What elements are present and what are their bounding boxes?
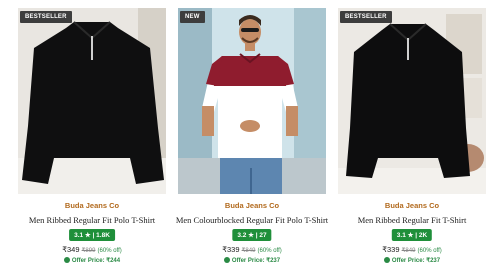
product-title[interactable]: Men Ribbed Regular Fit T-Shirt [332, 215, 492, 225]
brand-name[interactable]: Buda Jeans Co [178, 201, 326, 210]
product-card[interactable]: BESTSELLER Buda Jeans Co Men Ribbed Regu… [18, 8, 166, 264]
mrp: ₹849 [241, 248, 256, 254]
brand-name[interactable]: Buda Jeans Co [18, 201, 166, 210]
discount: (60% off) [417, 248, 442, 254]
rating-badge: 3.1 ★ | 2K [391, 229, 433, 241]
product-card[interactable]: BESTSELLER Buda Jeans Co Men Ribbed Regu… [338, 8, 486, 264]
product-card[interactable]: NEW Buda Jeans Co Men Colourblocked Regu… [176, 8, 328, 264]
product-image[interactable]: BESTSELLER [18, 8, 166, 194]
offer-label: Offer Price: ₹237 [231, 258, 281, 264]
offer-icon [63, 257, 70, 264]
bestseller-badge: BESTSELLER [340, 11, 392, 23]
price-line: ₹349 ₹899 (60% off) [18, 245, 166, 254]
product-image[interactable]: NEW [178, 8, 326, 194]
price: ₹339 [382, 245, 400, 254]
bestseller-badge: BESTSELLER [20, 11, 72, 23]
product-image[interactable]: BESTSELLER [338, 8, 486, 194]
offer-icon [383, 257, 390, 264]
price: ₹339 [222, 245, 240, 254]
brand-name[interactable]: Buda Jeans Co [338, 201, 486, 210]
offer-price: Offer Price: ₹244 [18, 257, 166, 264]
product-title[interactable]: Men Ribbed Regular Fit Polo T-Shirt [12, 215, 172, 225]
discount: (60% off) [257, 248, 282, 254]
offer-price: Offer Price: ₹237 [178, 257, 326, 264]
discount: (60% off) [97, 248, 122, 254]
mrp: ₹899 [81, 248, 96, 254]
rating-badge: 3.2 ★ | 27 [232, 229, 272, 241]
mrp: ₹849 [401, 248, 416, 254]
offer-price: Offer Price: ₹237 [338, 257, 486, 264]
offer-label: Offer Price: ₹244 [71, 258, 121, 264]
price-line: ₹339 ₹849 (60% off) [178, 245, 326, 254]
offer-icon [223, 257, 230, 264]
offer-label: Offer Price: ₹237 [391, 258, 441, 264]
price: ₹349 [62, 245, 80, 254]
rating-badge: 3.1 ★ | 1.8K [69, 229, 115, 241]
product-title[interactable]: Men Colourblocked Regular Fit Polo T-Shi… [172, 215, 332, 225]
price-line: ₹339 ₹849 (60% off) [338, 245, 486, 254]
new-badge: NEW [180, 11, 205, 23]
